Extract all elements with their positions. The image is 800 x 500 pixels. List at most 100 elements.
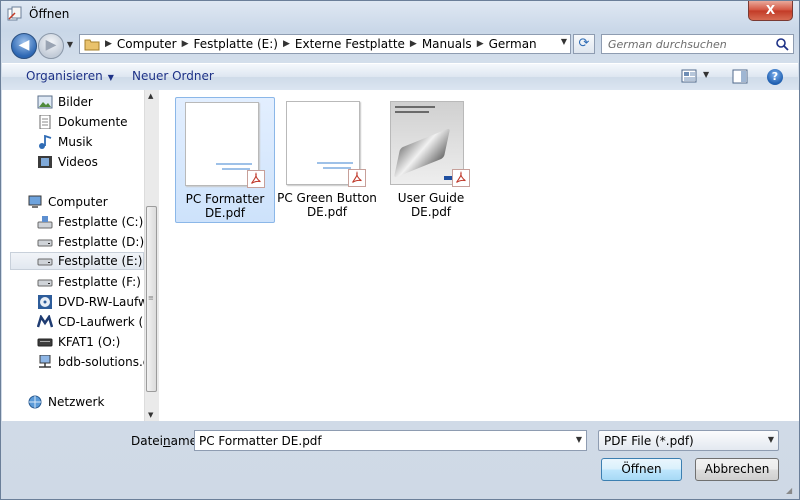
breadcrumb-chevron-icon[interactable]: ▶ xyxy=(477,39,484,49)
filetype-select[interactable]: PDF File (*.pdf) ▼ xyxy=(598,430,779,451)
search-icon[interactable] xyxy=(775,37,789,51)
organize-button[interactable]: Organisieren ▼ xyxy=(26,69,114,83)
close-button[interactable]: X xyxy=(748,1,793,21)
cover-title-line xyxy=(395,106,435,108)
breadcrumb-computer[interactable]: Computer xyxy=(117,37,177,51)
breadcrumb-manuals[interactable]: Manuals xyxy=(422,37,472,51)
breadcrumb-chevron-icon[interactable]: ▶ xyxy=(182,39,189,49)
scrollbar-grip-icon: ≡ xyxy=(148,294,154,302)
pictures-icon xyxy=(37,95,53,109)
file-list-area[interactable]: PC Formatter DE.pdf PC Green Button DE.p… xyxy=(159,90,799,421)
view-options-chevron-icon[interactable]: ▼ xyxy=(703,70,709,79)
nav-item-network[interactable]: Netzwerk xyxy=(2,393,144,411)
nav-item-pictures[interactable]: Bilder xyxy=(2,93,144,111)
navigation-scrollbar[interactable]: ▲ ≡ ▼ xyxy=(144,90,159,421)
documents-icon xyxy=(39,115,51,129)
chevron-down-icon[interactable]: ▼ xyxy=(768,435,774,444)
nav-item-label: CD-Laufwerk (M: xyxy=(58,315,144,329)
nav-item-drive-e[interactable]: Festplatte (E:) xyxy=(10,252,144,270)
back-arrow-icon: ◀ xyxy=(18,37,30,53)
preview-pane-icon[interactable] xyxy=(732,69,748,84)
search-input[interactable] xyxy=(608,37,768,52)
nav-item-computer[interactable]: Computer xyxy=(2,193,144,211)
help-icon[interactable]: ? xyxy=(767,69,783,85)
address-dropdown-icon[interactable]: ▼ xyxy=(561,37,567,46)
recent-locations-button[interactable]: ▼ xyxy=(64,39,76,51)
cancel-button[interactable]: Abbrechen xyxy=(695,458,779,481)
folder-icon xyxy=(84,39,100,51)
resize-grip-icon[interactable]: ◢ xyxy=(786,486,796,496)
text-line xyxy=(216,163,252,165)
app-icon xyxy=(7,6,22,21)
nav-item-dvd-drive[interactable]: DVD-RW-Laufwerk xyxy=(2,293,144,311)
cd-drive-icon xyxy=(37,315,53,328)
nav-item-drive-d[interactable]: Festplatte (D:) xyxy=(2,233,144,251)
network-drive-icon xyxy=(39,355,51,368)
navigation-pane: Bilder Dokumente Musik Videos Computer F… xyxy=(2,90,144,421)
nav-item-drive-c[interactable]: Festplatte (C:) xyxy=(2,213,144,231)
system-drive-icon xyxy=(37,216,53,229)
nav-item-label: Bilder xyxy=(58,95,93,109)
nav-item-kfat1[interactable]: KFAT1 (O:) xyxy=(2,333,144,351)
filename-label: Dateiname: xyxy=(131,434,201,448)
nav-item-cd-drive[interactable]: CD-Laufwerk (M: xyxy=(2,313,144,331)
nav-item-label: Festplatte (C:) xyxy=(58,215,144,229)
nav-item-drive-f[interactable]: Festplatte (F:) xyxy=(2,273,144,291)
new-folder-button[interactable]: Neuer Ordner xyxy=(132,69,214,83)
nav-item-music[interactable]: Musik xyxy=(2,133,144,151)
change-view-icon[interactable] xyxy=(681,69,697,83)
file-name-line: DE.pdf xyxy=(306,205,348,219)
nav-item-network-share[interactable]: bdb-solutions.de xyxy=(2,353,144,371)
pdf-thumbnail xyxy=(185,102,265,188)
forward-button[interactable]: ▶ xyxy=(38,33,64,59)
nav-item-label: Festplatte (D:) xyxy=(58,235,144,249)
file-name: PC Formatter DE.pdf xyxy=(176,192,274,220)
back-button[interactable]: ◀ xyxy=(11,33,37,59)
chevron-down-icon[interactable]: ▼ xyxy=(576,435,582,444)
scroll-up-icon[interactable]: ▲ xyxy=(148,92,153,100)
forward-arrow-icon: ▶ xyxy=(45,37,57,53)
text-line xyxy=(317,162,353,164)
nav-item-label: DVD-RW-Laufwerk xyxy=(58,295,144,309)
breadcrumb-chevron-icon[interactable]: ▶ xyxy=(283,39,290,49)
open-button[interactable]: Öffnen xyxy=(601,458,682,481)
filename-input[interactable] xyxy=(199,433,559,448)
refresh-button[interactable]: ⟳ xyxy=(573,34,595,54)
nav-item-label: Festplatte (E:) xyxy=(58,254,143,268)
breadcrumb-chevron-icon[interactable]: ▶ xyxy=(105,39,112,49)
filename-combobox[interactable]: ▼ xyxy=(194,430,587,451)
text-line xyxy=(222,168,250,170)
address-bar[interactable]: ▶ Computer ▶ Festplatte (E:) ▶ Externe F… xyxy=(79,34,571,54)
file-name-line: DE.pdf xyxy=(204,206,246,220)
nav-item-label: Netzwerk xyxy=(48,395,105,409)
refresh-icon: ⟳ xyxy=(578,36,590,51)
filetype-value: PDF File (*.pdf) xyxy=(604,434,694,448)
file-item[interactable]: PC Green Button DE.pdf xyxy=(277,97,377,223)
drive-icon xyxy=(37,239,53,247)
breadcrumb-external-drive[interactable]: Externe Festplatte xyxy=(295,37,405,51)
nav-item-label: Computer xyxy=(48,195,108,209)
nav-item-videos[interactable]: Videos xyxy=(2,153,144,171)
drive-icon xyxy=(37,279,53,287)
chevron-down-icon: ▼ xyxy=(107,73,114,82)
breadcrumb-german[interactable]: German xyxy=(489,37,537,51)
pdf-icon xyxy=(348,169,366,187)
search-box[interactable] xyxy=(601,34,794,54)
file-name: PC Green Button DE.pdf xyxy=(277,191,377,219)
videos-icon xyxy=(38,156,52,168)
pdf-icon xyxy=(247,170,265,188)
filename-label-accelerator: n xyxy=(163,434,171,448)
file-name-line: PC Formatter xyxy=(185,192,265,206)
scroll-down-icon[interactable]: ▼ xyxy=(148,411,153,419)
file-name: User Guide DE.pdf xyxy=(381,191,481,219)
file-name-line: DE.pdf xyxy=(410,205,452,219)
nav-item-label: bdb-solutions.de xyxy=(58,355,144,369)
drive-icon xyxy=(37,258,53,266)
breadcrumb-chevron-icon[interactable]: ▶ xyxy=(410,39,417,49)
breadcrumb-drive-e[interactable]: Festplatte (E:) xyxy=(194,37,279,51)
nav-item-documents[interactable]: Dokumente xyxy=(2,113,144,131)
pdf-thumbnail xyxy=(390,101,470,187)
file-item[interactable]: User Guide DE.pdf xyxy=(381,97,481,223)
file-item[interactable]: PC Formatter DE.pdf xyxy=(175,97,275,223)
filename-label-part: Datei xyxy=(131,434,164,448)
